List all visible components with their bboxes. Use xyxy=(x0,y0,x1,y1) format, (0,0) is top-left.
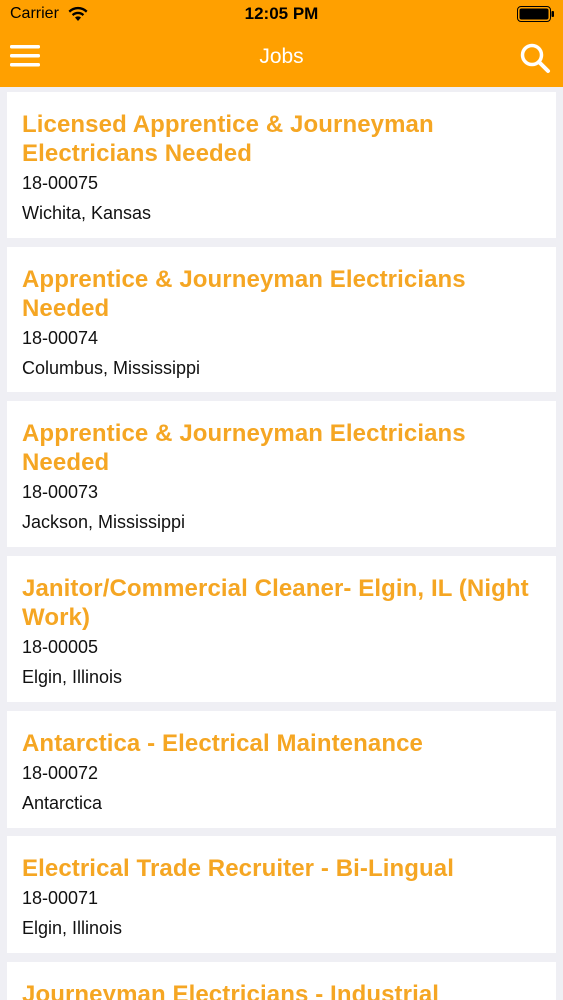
job-id: 18-00005 xyxy=(22,637,99,657)
job-title: Apprentice & Journeyman Electricians Nee… xyxy=(22,266,466,322)
job-card[interactable]: Apprentice & Journeyman Electricians Nee… xyxy=(7,247,556,392)
job-location: Columbus, Mississippi xyxy=(22,358,201,378)
job-card[interactable]: Journeyman Electricians - Industrial xyxy=(7,962,556,1000)
job-card[interactable]: Licensed Apprentice & Journeyman Electri… xyxy=(7,92,556,238)
job-card[interactable]: Apprentice & Journeyman Electricians Nee… xyxy=(7,401,556,547)
job-location: Elgin, Illinois xyxy=(22,667,123,687)
job-title: Apprentice & Journeyman Electricians Nee… xyxy=(22,420,466,476)
job-location: Wichita, Kansas xyxy=(22,203,152,223)
job-location: Elgin, Illinois xyxy=(22,918,123,938)
job-id: 18-00072 xyxy=(22,763,99,783)
job-card[interactable]: Janitor/Commercial Cleaner- Elgin, IL (N… xyxy=(7,556,556,702)
job-list: Licensed Apprentice & Journeyman Electri… xyxy=(0,87,563,1000)
job-id: 18-00075 xyxy=(22,173,99,193)
job-title: Janitor/Commercial Cleaner- Elgin, IL (N… xyxy=(22,575,529,631)
battery-icon xyxy=(517,6,554,22)
job-location: Antarctica xyxy=(22,793,103,813)
search-icon xyxy=(520,43,550,73)
job-id: 18-00074 xyxy=(22,328,99,348)
job-id: 18-00071 xyxy=(22,888,99,908)
job-card[interactable]: Electrical Trade Recruiter - Bi-Lingual … xyxy=(7,836,556,953)
app-header: Carrier 12:05 PM Jobs xyxy=(0,0,563,87)
job-title: Electrical Trade Recruiter - Bi-Lingual xyxy=(22,855,455,882)
search-button[interactable] xyxy=(519,42,553,76)
page-title: Jobs xyxy=(259,45,304,68)
status-bar: Carrier 12:05 PM xyxy=(0,0,563,30)
job-id: 18-00073 xyxy=(22,482,99,502)
job-location: Jackson, Mississippi xyxy=(22,512,186,532)
job-title: Journeyman Electricians - Industrial xyxy=(22,981,440,1000)
job-title: Antarctica - Electrical Maintenance xyxy=(22,730,423,757)
job-card[interactable]: Antarctica - Electrical Maintenance 18-0… xyxy=(7,711,556,828)
job-title: Licensed Apprentice & Journeyman Electri… xyxy=(22,111,434,167)
navigation-bar: Jobs xyxy=(0,30,563,87)
status-time: 12:05 PM xyxy=(244,4,319,23)
